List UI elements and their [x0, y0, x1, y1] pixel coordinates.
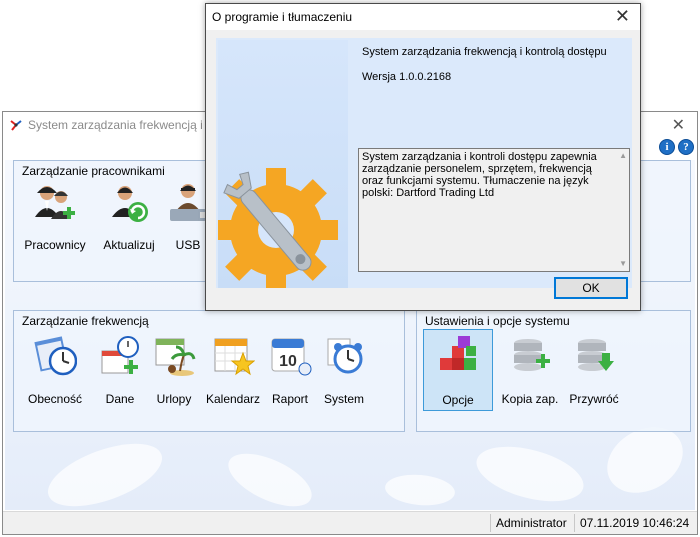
info-icon[interactable]: i	[659, 139, 675, 155]
settings-panel: Ustawienia i opcje systemu Opcje Kopia z…	[416, 310, 691, 432]
statusbar-user: Administrator	[490, 514, 572, 532]
background-flower	[470, 436, 590, 510]
dialog-product-name: System zarządzania frekwencją i kontrolą…	[362, 46, 607, 58]
help-icon[interactable]: ?	[678, 139, 694, 155]
statusbar: Administrator 07.11.2019 10:46:24	[3, 511, 697, 534]
usb-button[interactable]: USB	[166, 177, 210, 255]
main-window-title: System zarządzania frekwencją i ko	[28, 118, 219, 132]
update-button-label: Aktualizuj	[103, 238, 155, 252]
dialog-titlebar[interactable]: O programie i tłumaczeniu ✕	[206, 4, 640, 30]
report-button-label: Raport	[271, 392, 309, 406]
database-backup-icon	[514, 339, 550, 371]
background-flower	[383, 472, 457, 508]
calendar-button-label: Kalendarz	[205, 392, 261, 406]
dialog-logo-panel	[214, 40, 348, 292]
data-add-icon	[101, 336, 139, 374]
ok-button[interactable]: OK	[554, 277, 628, 299]
restore-button[interactable]: Przywróć	[565, 329, 623, 409]
report-button[interactable]: 10 Raport	[264, 329, 316, 409]
attendance-button[interactable]: Obecność	[20, 329, 90, 409]
main-close-icon[interactable]: ✕	[672, 115, 685, 135]
dialog-title: O programie i tłumaczeniu	[212, 10, 353, 24]
vacation-button[interactable]: Urlopy	[148, 329, 200, 409]
dialog-version: Wersja 1.0.0.2168	[362, 71, 452, 83]
vacation-button-label: Urlopy	[156, 392, 192, 406]
restore-button-label: Przywróć	[569, 392, 619, 406]
dialog-body: System zarządzania frekwencją i kontrolą…	[214, 38, 632, 292]
data-button[interactable]: Dane	[94, 329, 146, 409]
svg-text:10: 10	[279, 353, 297, 370]
about-dialog: O programie i tłumaczeniu ✕ System zarzą…	[205, 3, 641, 311]
backup-button-label: Kopia zap.	[501, 392, 559, 406]
dialog-description-box[interactable]: System zarządzania i kontroli dostępu za…	[358, 148, 630, 272]
attendance-panel: Zarządzanie frekwencją Obecność Dane Url…	[13, 310, 405, 432]
update-button[interactable]: Aktualizuj	[96, 177, 162, 255]
settings-panel-title: Ustawienia i opcje systemu	[425, 314, 570, 328]
background-flower	[40, 430, 170, 510]
backup-button[interactable]: Kopia zap.	[497, 329, 563, 409]
statusbar-datetime: 07.11.2019 10:46:24	[574, 514, 694, 532]
employee-refresh-icon	[112, 186, 148, 222]
calendar-clock-icon	[34, 336, 77, 376]
usb-button-label: USB	[175, 238, 201, 252]
employees-button-label: Pracownicy	[24, 238, 86, 252]
app-logo-icon	[10, 120, 22, 131]
background-flower	[220, 442, 320, 510]
options-cubes-icon	[440, 336, 476, 370]
attendance-button-label: Obecność	[27, 392, 83, 406]
alarm-clock-icon	[327, 338, 363, 374]
system-button[interactable]: System	[318, 329, 370, 409]
options-button-label: Opcje	[442, 393, 474, 407]
system-button-label: System	[323, 392, 364, 406]
scroll-down-icon[interactable]: ▼	[619, 258, 627, 270]
vacation-icon	[155, 338, 196, 376]
report-calendar-icon: 10	[271, 338, 312, 376]
usb-employee-icon	[170, 184, 208, 221]
employees-panel-title: Zarządzanie pracownikami	[22, 164, 165, 178]
calendar-star-icon	[214, 338, 255, 376]
scroll-up-icon[interactable]: ▲	[619, 150, 627, 162]
data-button-label: Dane	[105, 392, 135, 406]
employees-add-icon	[35, 186, 75, 219]
dialog-close-icon[interactable]: ✕	[615, 6, 630, 27]
database-restore-icon	[578, 339, 614, 371]
dialog-description-text: System zarządzania i kontroli dostępu za…	[362, 151, 597, 199]
calendar-button[interactable]: Kalendarz	[204, 329, 262, 409]
settings-gear-wrench-icon	[214, 168, 338, 292]
options-button[interactable]: Opcje	[423, 329, 493, 411]
employees-button[interactable]: Pracownicy	[18, 177, 92, 255]
attendance-panel-title: Zarządzanie frekwencją	[22, 314, 149, 328]
